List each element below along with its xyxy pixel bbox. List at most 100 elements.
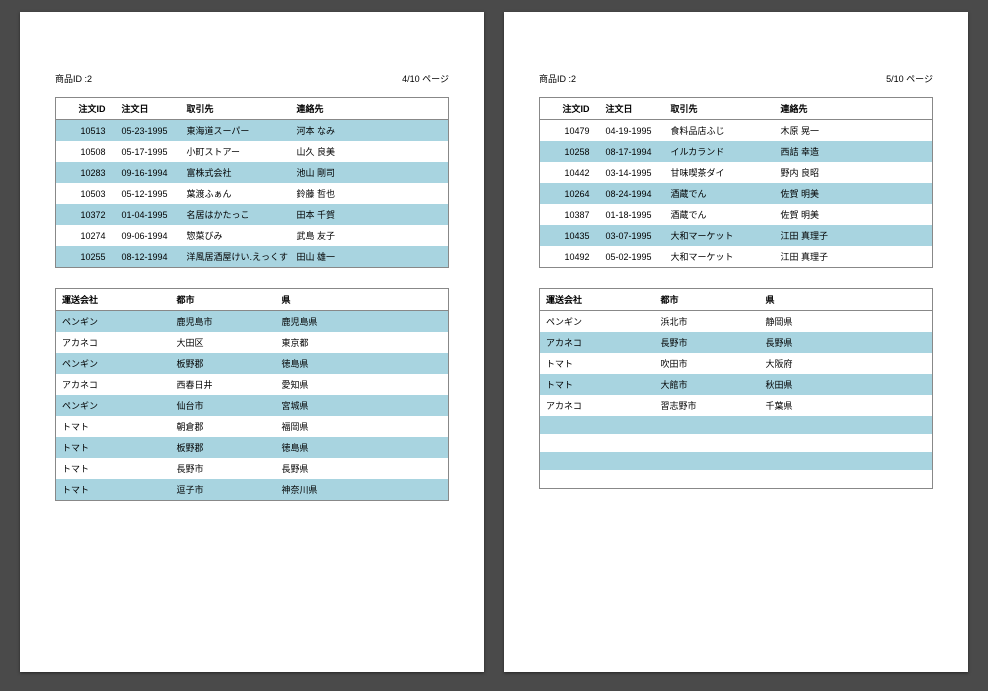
table-cell: 長野県 bbox=[276, 458, 449, 479]
table-cell: 09-06-1994 bbox=[116, 225, 181, 246]
table-cell: 大和マーケット bbox=[665, 246, 775, 268]
table-cell: 食料品店ふじ bbox=[665, 120, 775, 142]
table-row: 1027409-06-1994惣菜びみ武島 友子 bbox=[56, 225, 449, 246]
table-cell: ペンギン bbox=[56, 353, 171, 374]
table-row: 1051305-23-1995東海道スーパー河本 なみ bbox=[56, 120, 449, 142]
table-row: 1047904-19-1995食料品店ふじ木原 晃一 bbox=[540, 120, 933, 142]
col-city: 都市 bbox=[655, 289, 760, 311]
table-header-row: 注文ID 注文日 取引先 連絡先 bbox=[56, 98, 449, 120]
table-cell: 東海道スーパー bbox=[181, 120, 291, 142]
table-cell bbox=[540, 470, 655, 489]
table-cell: 09-16-1994 bbox=[116, 162, 181, 183]
table-cell bbox=[655, 416, 760, 434]
table-cell: 静岡県 bbox=[760, 311, 933, 333]
table-cell: 習志野市 bbox=[655, 395, 760, 416]
table-cell: 08-24-1994 bbox=[600, 183, 665, 204]
table-cell: 福岡県 bbox=[276, 416, 449, 437]
table-cell: 西春日井 bbox=[171, 374, 276, 395]
table-row: ペンギン鹿児島市鹿児島県 bbox=[56, 311, 449, 333]
table-cell bbox=[760, 434, 933, 452]
table-cell: アカネコ bbox=[56, 332, 171, 353]
product-id-label: 商品ID :2 bbox=[55, 72, 92, 85]
table-row: 1050305-12-1995葉渡ふぁん鈴藤 哲也 bbox=[56, 183, 449, 204]
table-cell: トマト bbox=[56, 458, 171, 479]
table-cell: 野内 良昭 bbox=[775, 162, 933, 183]
report-page: 商品ID :2 4/10 ページ 注文ID 注文日 取引先 連絡先 105130… bbox=[20, 12, 484, 672]
table-row: 1026408-24-1994酒蔵でん佐賀 明美 bbox=[540, 183, 933, 204]
table-cell: トマト bbox=[540, 374, 655, 395]
table-cell: 長野市 bbox=[655, 332, 760, 353]
table-cell: 朝倉郡 bbox=[171, 416, 276, 437]
table-cell: 04-19-1995 bbox=[600, 120, 665, 142]
table-cell: 03-14-1995 bbox=[600, 162, 665, 183]
report-page: 商品ID :2 5/10 ページ 注文ID 注文日 取引先 連絡先 104790… bbox=[504, 12, 968, 672]
table-cell: 酒蔵でん bbox=[665, 204, 775, 225]
table-cell: アカネコ bbox=[540, 395, 655, 416]
page-number-label: 5/10 ページ bbox=[886, 72, 933, 85]
table-cell: 05-02-1995 bbox=[600, 246, 665, 268]
table-cell: イルカランド bbox=[665, 141, 775, 162]
table-cell bbox=[760, 416, 933, 434]
table-cell: 甘味喫茶ダイ bbox=[665, 162, 775, 183]
table-cell bbox=[760, 470, 933, 489]
table-cell: 大田区 bbox=[171, 332, 276, 353]
table-cell: アカネコ bbox=[56, 374, 171, 395]
table-cell: 板野郡 bbox=[171, 437, 276, 458]
table-cell: 神奈川県 bbox=[276, 479, 449, 501]
table-row: アカネコ習志野市千葉県 bbox=[540, 395, 933, 416]
table-header-row: 運送会社 都市 県 bbox=[56, 289, 449, 311]
table-cell: ペンギン bbox=[540, 311, 655, 333]
col-order-id: 注文ID bbox=[540, 98, 600, 120]
table-cell: 10387 bbox=[540, 204, 600, 225]
table-cell bbox=[540, 452, 655, 470]
table-cell: 長野県 bbox=[760, 332, 933, 353]
table-cell: 10479 bbox=[540, 120, 600, 142]
table-cell: 池山 剛司 bbox=[291, 162, 449, 183]
table-row: アカネコ大田区東京都 bbox=[56, 332, 449, 353]
table-cell: 愛知県 bbox=[276, 374, 449, 395]
table-cell: 浜北市 bbox=[655, 311, 760, 333]
table-cell: 05-17-1995 bbox=[116, 141, 181, 162]
table-cell: トマト bbox=[540, 353, 655, 374]
product-id-label: 商品ID :2 bbox=[539, 72, 576, 85]
table-cell: アカネコ bbox=[540, 332, 655, 353]
table-cell: 千葉県 bbox=[760, 395, 933, 416]
table-row bbox=[540, 452, 933, 470]
preview-viewport: 商品ID :2 4/10 ページ 注文ID 注文日 取引先 連絡先 105130… bbox=[0, 0, 988, 684]
table-cell bbox=[760, 452, 933, 470]
table-cell: 鹿児島県 bbox=[276, 311, 449, 333]
table-cell: 吹田市 bbox=[655, 353, 760, 374]
table-cell: 西詰 幸造 bbox=[775, 141, 933, 162]
col-contact: 連絡先 bbox=[291, 98, 449, 120]
col-customer: 取引先 bbox=[181, 98, 291, 120]
table-cell: 佐賀 明美 bbox=[775, 183, 933, 204]
table-cell: 江田 真理子 bbox=[775, 225, 933, 246]
table-cell bbox=[655, 434, 760, 452]
table-row: 1025508-12-1994洋風居酒屋けい.えっくす田山 雄一 bbox=[56, 246, 449, 268]
table-cell: 10492 bbox=[540, 246, 600, 268]
col-carrier: 運送会社 bbox=[56, 289, 171, 311]
table-cell: 長野市 bbox=[171, 458, 276, 479]
shipping-table: 運送会社 都市 県 ペンギン鹿児島市鹿児島県アカネコ大田区東京都ペンギン板野郡徳… bbox=[55, 288, 449, 501]
table-cell: 10442 bbox=[540, 162, 600, 183]
table-cell: 08-12-1994 bbox=[116, 246, 181, 268]
page-number-label: 4/10 ページ bbox=[402, 72, 449, 85]
table-header-row: 注文ID 注文日 取引先 連絡先 bbox=[540, 98, 933, 120]
table-cell: トマト bbox=[56, 437, 171, 458]
table-cell: 名居はかたっこ bbox=[181, 204, 291, 225]
table-cell: 惣菜びみ bbox=[181, 225, 291, 246]
table-cell: 03-07-1995 bbox=[600, 225, 665, 246]
table-cell: 東京都 bbox=[276, 332, 449, 353]
table-cell: 01-18-1995 bbox=[600, 204, 665, 225]
table-row: アカネコ長野市長野県 bbox=[540, 332, 933, 353]
table-cell: 木原 晃一 bbox=[775, 120, 933, 142]
table-row: 1050805-17-1995小町ストアー山久 良美 bbox=[56, 141, 449, 162]
table-cell bbox=[540, 416, 655, 434]
col-customer: 取引先 bbox=[665, 98, 775, 120]
table-row: 1044203-14-1995甘味喫茶ダイ野内 良昭 bbox=[540, 162, 933, 183]
table-cell: 葉渡ふぁん bbox=[181, 183, 291, 204]
table-row bbox=[540, 470, 933, 489]
table-row bbox=[540, 416, 933, 434]
orders-table: 注文ID 注文日 取引先 連絡先 1047904-19-1995食料品店ふじ木原… bbox=[539, 97, 933, 268]
shipping-table: 運送会社 都市 県 ペンギン浜北市静岡県アカネコ長野市長野県トマト吹田市大阪府ト… bbox=[539, 288, 933, 489]
